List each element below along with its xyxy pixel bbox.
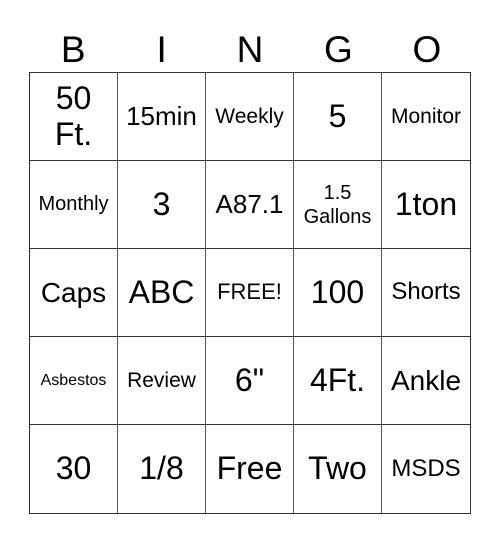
bingo-cell[interactable]: Asbestos: [30, 337, 118, 425]
header-letter-i: I: [156, 29, 167, 70]
bingo-cell[interactable]: 3: [118, 161, 206, 249]
bingo-cell[interactable]: 15min: [118, 73, 206, 161]
bingo-header: B I N G O: [29, 28, 471, 72]
bingo-cell[interactable]: 1/8: [118, 425, 206, 513]
bingo-cell[interactable]: 1ton: [382, 161, 470, 249]
bingo-cell[interactable]: 30: [30, 425, 118, 513]
free-space-cell[interactable]: FREE!: [206, 249, 294, 337]
header-letter-n: N: [236, 29, 264, 70]
header-letter-o: O: [412, 29, 442, 70]
bingo-cell[interactable]: Monitor: [382, 73, 470, 161]
bingo-cell[interactable]: Shorts: [382, 249, 470, 337]
bingo-cell[interactable]: Weekly: [206, 73, 294, 161]
bingo-card-grid: 50 Ft. 15min Weekly 5 Monitor Monthly 3 …: [29, 72, 471, 514]
bingo-cell[interactable]: Two: [294, 425, 382, 513]
bingo-cell[interactable]: Monthly: [30, 161, 118, 249]
bingo-cell[interactable]: A87.1: [206, 161, 294, 249]
bingo-cell[interactable]: Review: [118, 337, 206, 425]
bingo-cell[interactable]: 100: [294, 249, 382, 337]
header-letter-g: G: [324, 29, 353, 70]
bingo-cell[interactable]: 5: [294, 73, 382, 161]
bingo-cell[interactable]: 50 Ft.: [30, 73, 118, 161]
header-letter-b: B: [60, 29, 86, 70]
bingo-cell[interactable]: Caps: [30, 249, 118, 337]
bingo-cell[interactable]: ABC: [118, 249, 206, 337]
bingo-cell[interactable]: 4Ft.: [294, 337, 382, 425]
bingo-cell[interactable]: MSDS: [382, 425, 470, 513]
bingo-cell[interactable]: 1.5 Gallons: [294, 161, 382, 249]
bingo-cell[interactable]: Free: [206, 425, 294, 513]
bingo-cell[interactable]: 6": [206, 337, 294, 425]
bingo-cell[interactable]: Ankle: [382, 337, 470, 425]
